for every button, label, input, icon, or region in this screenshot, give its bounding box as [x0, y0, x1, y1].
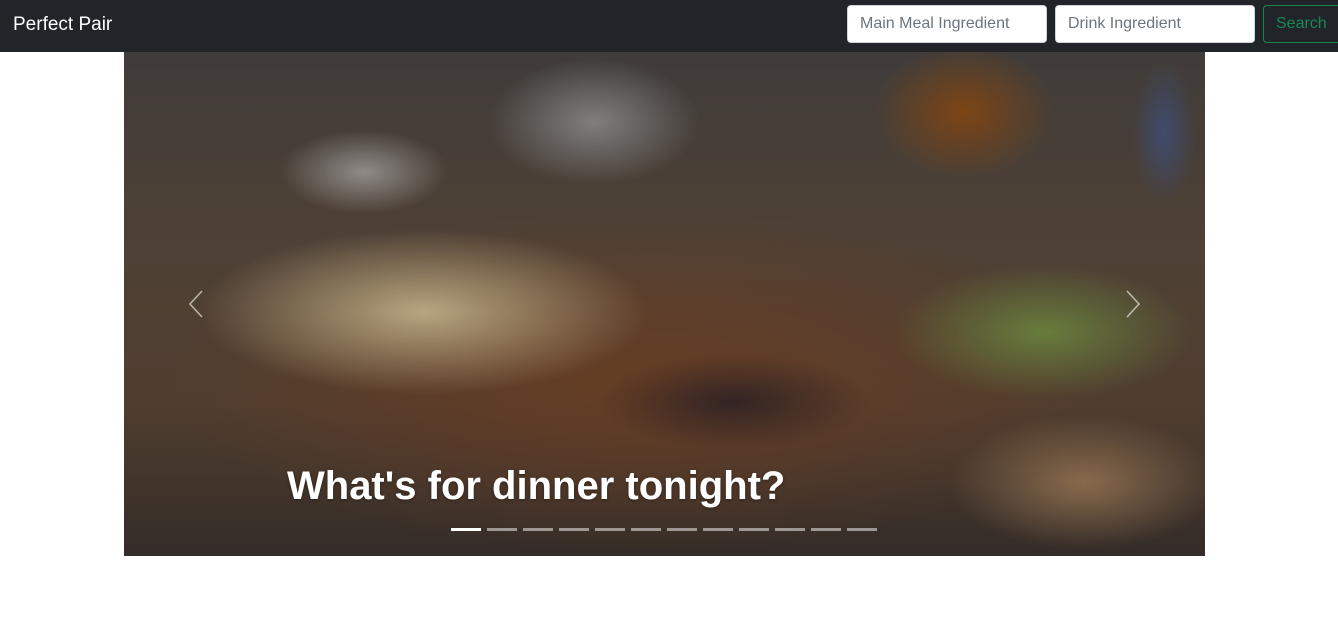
hero-carousel: What's for dinner tonight?	[124, 52, 1205, 556]
carousel-next-button[interactable]	[1055, 52, 1205, 556]
carousel-indicator[interactable]	[847, 528, 877, 531]
drink-ingredient-input[interactable]	[1055, 5, 1255, 43]
carousel-indicator[interactable]	[631, 528, 661, 531]
carousel-indicator[interactable]	[595, 528, 625, 531]
navbar: Perfect Pair Search	[0, 0, 1338, 52]
main-meal-ingredient-input[interactable]	[847, 5, 1047, 43]
chevron-right-icon	[1126, 290, 1141, 318]
carousel-caption: What's for dinner tonight?	[287, 464, 786, 508]
carousel-indicator[interactable]	[775, 528, 805, 531]
carousel-indicator[interactable]	[703, 528, 733, 531]
carousel-indicator[interactable]	[451, 528, 481, 531]
carousel-indicator[interactable]	[667, 528, 697, 531]
carousel-indicator[interactable]	[487, 528, 517, 531]
carousel-indicator[interactable]	[559, 528, 589, 531]
carousel-indicator[interactable]	[811, 528, 841, 531]
carousel-indicator[interactable]	[523, 528, 553, 531]
carousel-prev-button[interactable]	[124, 52, 274, 556]
search-button[interactable]: Search	[1263, 5, 1338, 43]
carousel-indicators	[451, 525, 877, 535]
chevron-left-icon	[188, 290, 203, 318]
carousel-indicator[interactable]	[739, 528, 769, 531]
brand-link[interactable]: Perfect Pair	[13, 13, 112, 37]
